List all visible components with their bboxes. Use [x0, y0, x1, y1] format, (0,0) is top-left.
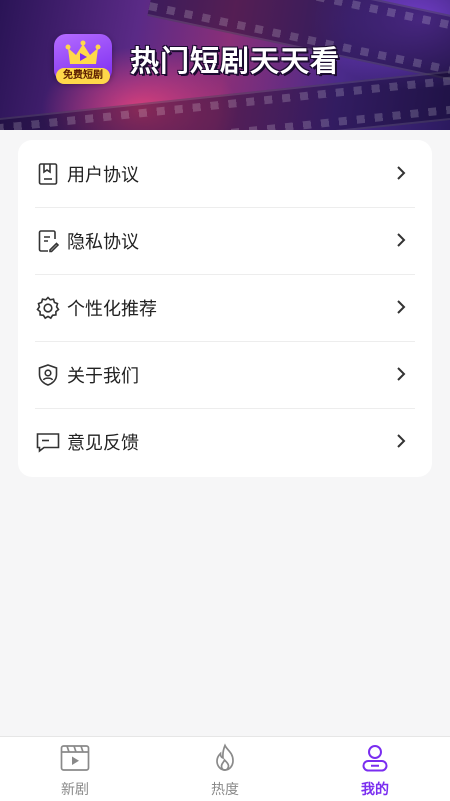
menu-item-privacy-policy[interactable]: 隐私协议 [35, 207, 415, 275]
gear-icon [35, 295, 61, 321]
flame-icon [209, 743, 241, 773]
tab-label: 我的 [361, 782, 389, 798]
app-title: 热门短剧天天看 [130, 44, 341, 78]
logo-badge-text: 免费短剧 [56, 68, 110, 84]
menu-item-personalized-recommendation[interactable]: 个性化推荐 [35, 274, 415, 342]
menu-item-label: 隐私协议 [67, 231, 139, 253]
tab-label: 热度 [211, 782, 239, 798]
user-icon [359, 743, 391, 773]
menu-item-about-us[interactable]: 关于我们 [35, 341, 415, 409]
chevron-right-icon [397, 300, 406, 314]
edit-document-icon [35, 228, 61, 254]
menu-item-label: 个性化推荐 [67, 298, 157, 320]
menu-item-label: 关于我们 [67, 365, 139, 387]
app-logo: 免费短剧 [54, 34, 112, 84]
bottom-tab-bar: 新剧 热度 我的 [0, 736, 450, 801]
menu-item-label: 用户协议 [67, 164, 139, 186]
chat-bubble-icon [35, 429, 61, 455]
menu-item-user-agreement[interactable]: 用户协议 [35, 140, 415, 208]
chevron-right-icon [397, 233, 406, 247]
chevron-right-icon [397, 166, 406, 180]
film-icon [59, 743, 91, 773]
settings-menu-card: 用户协议 隐私协议 个性化推荐 关于我们 意见反馈 [18, 140, 432, 477]
tab-new-dramas[interactable]: 新剧 [25, 743, 125, 799]
menu-item-label: 意见反馈 [67, 432, 139, 454]
chevron-right-icon [397, 434, 406, 448]
header-banner: 免费短剧 热门短剧天天看 [0, 0, 450, 130]
tab-mine[interactable]: 我的 [325, 743, 425, 799]
document-icon [35, 161, 61, 187]
tab-popularity[interactable]: 热度 [175, 743, 275, 799]
menu-item-feedback[interactable]: 意见反馈 [35, 408, 415, 475]
shield-user-icon [35, 362, 61, 388]
tab-label: 新剧 [61, 782, 89, 798]
chevron-right-icon [397, 367, 406, 381]
